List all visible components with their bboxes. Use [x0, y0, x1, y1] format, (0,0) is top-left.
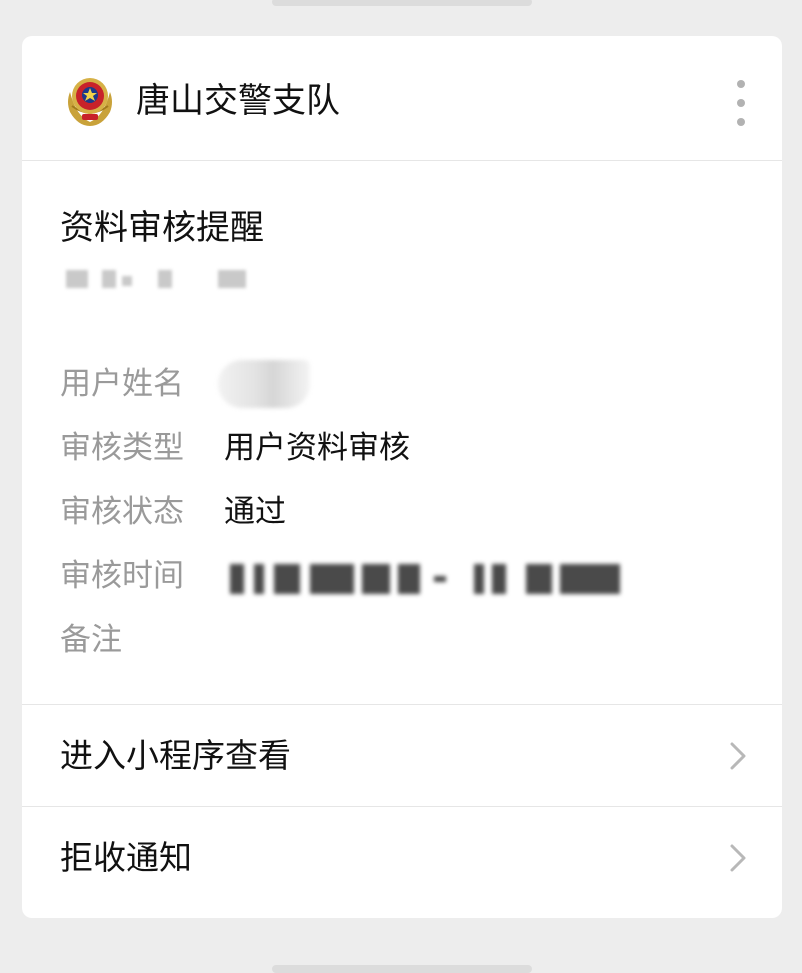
field-row-type: 审核类型 用户资料审核 — [60, 420, 750, 484]
field-row-time: 审核时间 — [60, 548, 750, 612]
account-name[interactable]: 唐山交警支队 — [136, 81, 340, 121]
bottom-handle — [272, 965, 532, 973]
field-row-name: 用户姓名 — [60, 356, 750, 420]
field-label: 审核时间 — [60, 558, 184, 594]
field-value: 通过 — [224, 494, 286, 530]
field-label: 审核状态 — [60, 494, 184, 530]
field-row-remark: 备注 — [60, 612, 750, 676]
redacted-user-name — [218, 360, 310, 408]
dot — [737, 80, 745, 88]
redacted-review-time — [230, 562, 630, 596]
field-label: 用户姓名 — [60, 366, 184, 402]
message-card: 唐山交警支队 资料审核提醒 用户姓名 审核类型 用户资料审核 审核状态 通过 审… — [22, 36, 782, 918]
redacted-subtitle — [62, 266, 252, 292]
dot — [737, 99, 745, 107]
field-list: 用户姓名 审核类型 用户资料审核 审核状态 通过 审核时间 备注 — [60, 356, 750, 676]
more-vertical-icon[interactable] — [726, 80, 756, 126]
card-header: 唐山交警支队 — [22, 36, 782, 161]
dot — [737, 118, 745, 126]
chevron-right-icon — [730, 742, 746, 770]
chevron-right-icon — [730, 844, 746, 872]
field-label: 审核类型 — [60, 430, 184, 466]
message-title: 资料审核提醒 — [60, 208, 264, 248]
refuse-notifications-row[interactable]: 拒收通知 — [22, 806, 782, 908]
open-miniprogram-row[interactable]: 进入小程序查看 — [22, 704, 782, 806]
field-row-status: 审核状态 通过 — [60, 484, 750, 548]
menu-label: 进入小程序查看 — [60, 736, 291, 775]
field-value: 用户资料审核 — [224, 430, 410, 466]
police-badge-icon[interactable] — [62, 72, 118, 128]
top-handle — [272, 0, 532, 6]
field-label: 备注 — [60, 622, 122, 658]
menu-label: 拒收通知 — [60, 838, 192, 877]
